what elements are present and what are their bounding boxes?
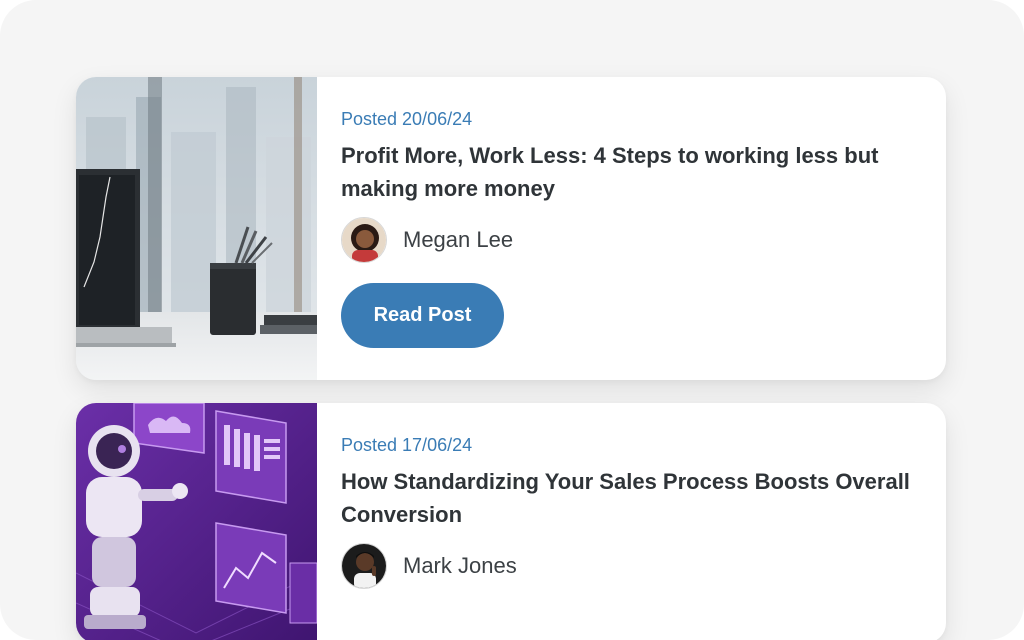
author-info: Mark Jones: [341, 542, 517, 590]
author-avatar: [341, 543, 387, 589]
post-date: Posted 20/06/24: [341, 109, 473, 129]
blog-post-card: Posted 17/06/24 How Standardizing Your S…: [76, 403, 946, 640]
post-title[interactable]: How Standardizing Your Sales Process Boo…: [341, 465, 916, 531]
author-name: Mark Jones: [403, 553, 517, 578]
author-name: Megan Lee: [403, 227, 514, 252]
robot-dashboard-image: [76, 403, 317, 640]
post-title[interactable]: Profit More, Work Less: 4 Steps to worki…: [341, 139, 916, 205]
read-post-button[interactable]: Read Post: [341, 283, 504, 348]
author-avatar: [341, 217, 387, 263]
office-desk-image: [76, 77, 317, 380]
post-date: Posted 17/06/24: [341, 435, 473, 455]
author-info: Megan Lee: [341, 216, 513, 264]
page-background: Posted 20/06/24 Profit More, Work Less: …: [0, 0, 1024, 640]
blog-post-card: Posted 20/06/24 Profit More, Work Less: …: [76, 77, 946, 380]
